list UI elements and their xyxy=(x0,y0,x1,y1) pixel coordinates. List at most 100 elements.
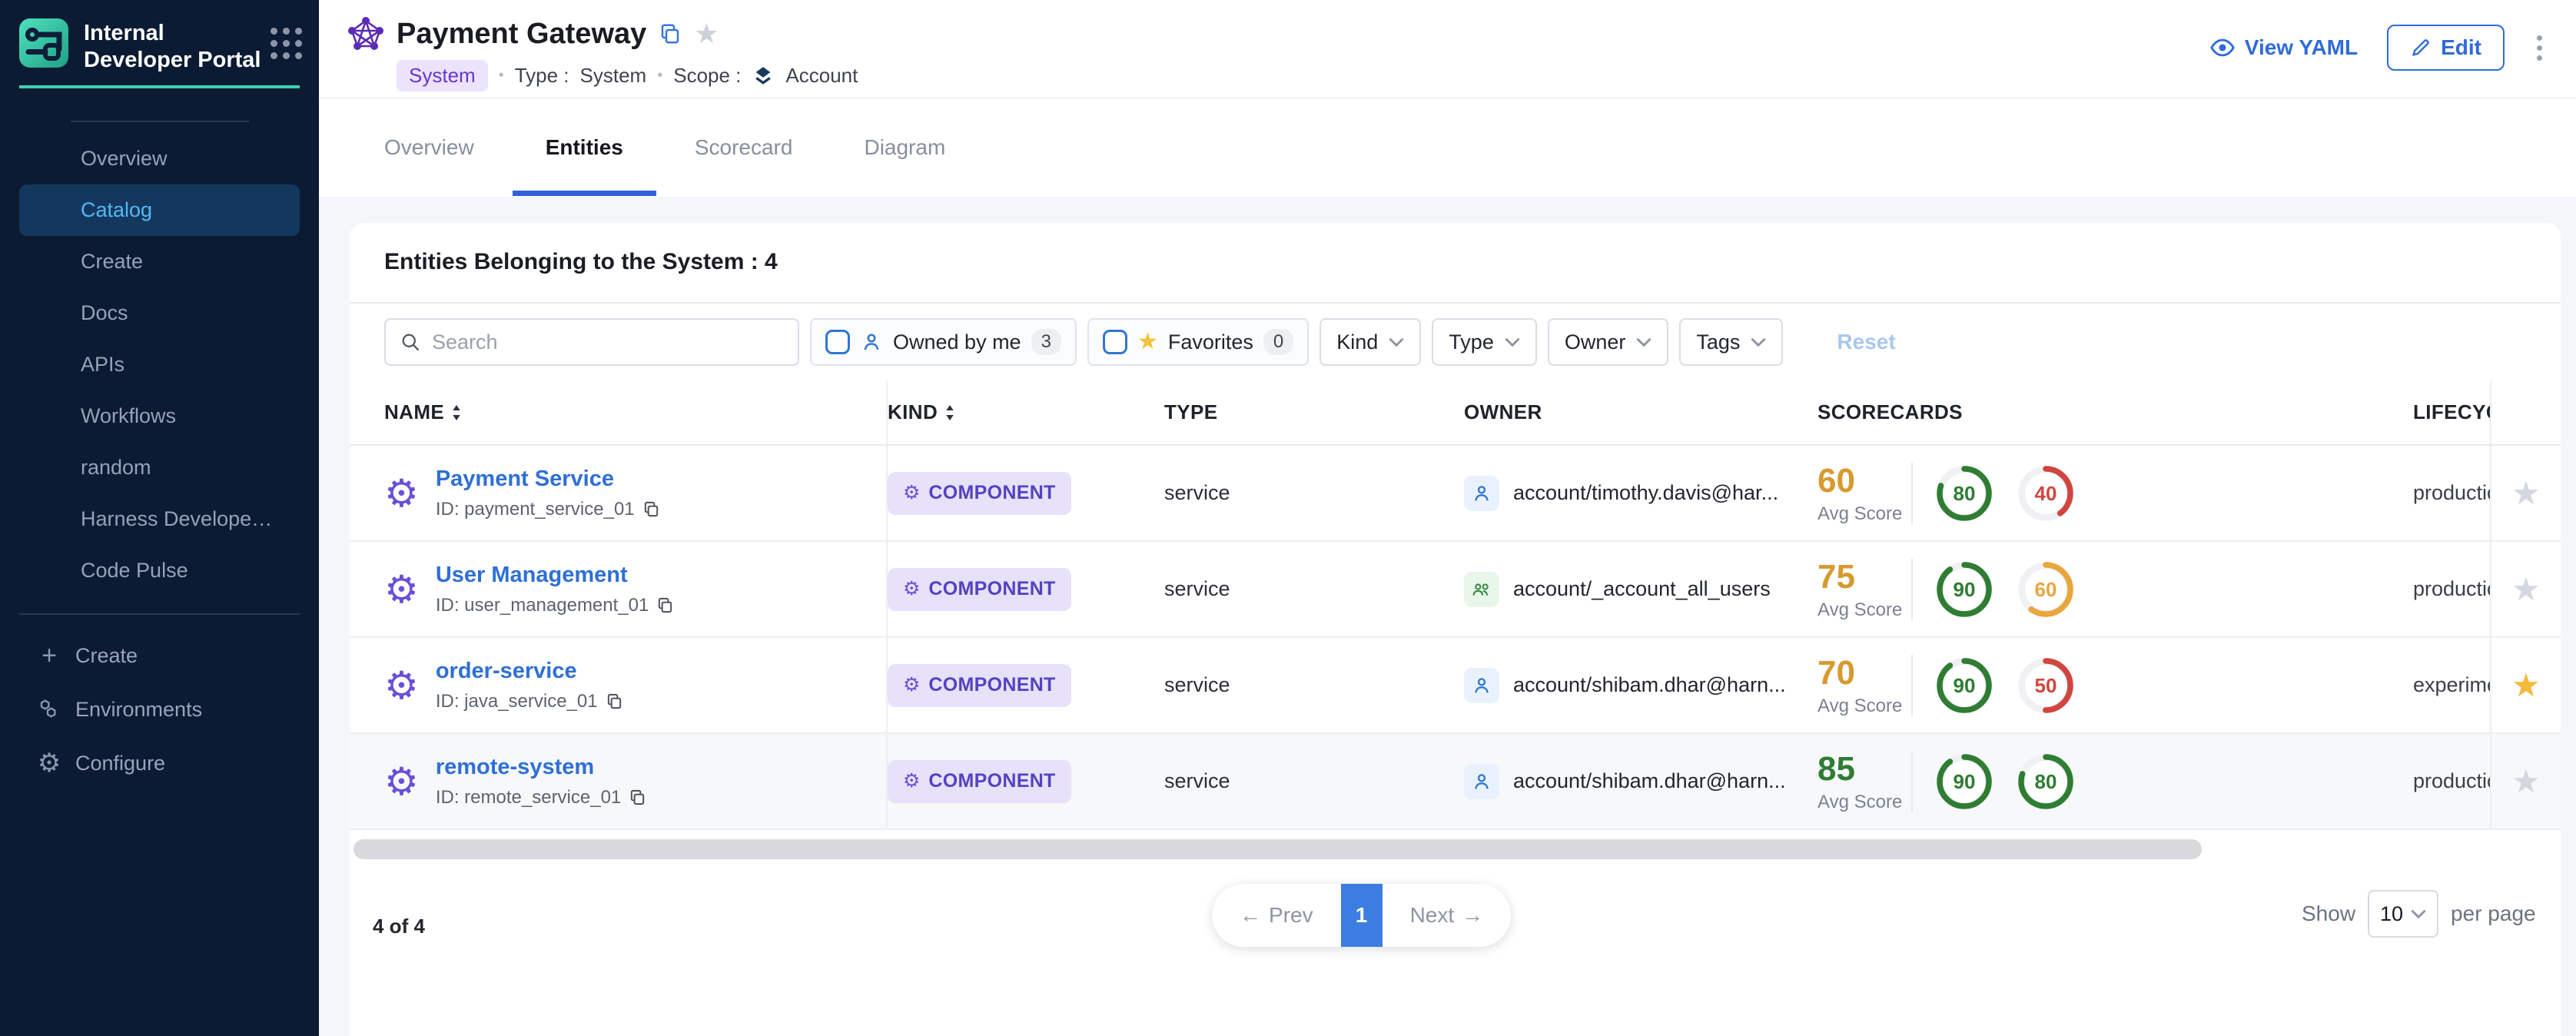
favorite-cell: ★ xyxy=(2490,446,2561,540)
chevron-down-icon xyxy=(1751,334,1766,350)
sidebar-footer-nav: + Create Environments ⚙ Configure xyxy=(0,629,319,790)
page-number-button[interactable]: 1 xyxy=(1341,884,1383,947)
copy-icon[interactable] xyxy=(659,22,682,45)
search-input[interactable] xyxy=(432,330,784,354)
kind-dropdown[interactable]: Kind xyxy=(1320,318,1421,366)
next-page-button[interactable]: Next → xyxy=(1383,884,1512,947)
favorites-filter[interactable]: ★ Favorites 0 xyxy=(1087,318,1309,366)
svg-text:90: 90 xyxy=(1954,674,1976,697)
sidebar-item-environments[interactable]: Environments xyxy=(0,682,319,736)
score-ring: 90 xyxy=(1934,752,1994,812)
sidebar-item-harness-developer[interactable]: Harness Develope… xyxy=(0,493,319,545)
sidebar-item-apis[interactable]: APIs xyxy=(0,339,319,390)
type-cell: service xyxy=(1164,542,1464,636)
copy-icon[interactable] xyxy=(656,596,674,614)
owned-by-me-filter[interactable]: Owned by me 3 xyxy=(810,318,1077,366)
entity-name-link[interactable]: User Management xyxy=(436,563,628,587)
sidebar-item-random[interactable]: random xyxy=(0,442,319,493)
tab-entities[interactable]: Entities xyxy=(546,98,623,196)
apps-grid-icon[interactable] xyxy=(271,28,302,59)
footer-item-label: Environments xyxy=(75,698,202,722)
row-favorite-star-icon[interactable]: ★ xyxy=(2511,573,2541,606)
tab-overview[interactable]: Overview xyxy=(384,98,474,196)
view-yaml-button[interactable]: View YAML xyxy=(2209,35,2358,61)
meta-type-value: System xyxy=(580,64,647,88)
score-ring: 60 xyxy=(2016,560,2076,619)
reset-filters-button[interactable]: Reset xyxy=(1837,330,1895,354)
table-row: ⚙ order-service ID: java_service_01 ⚙ CO… xyxy=(350,638,2561,734)
scorecards-cell: 75 Avg Score 9060 xyxy=(1817,542,2413,636)
owned-by-me-count: 3 xyxy=(1031,329,1061,355)
score-ring: 90 xyxy=(1934,560,1994,619)
filter-bar: Owned by me 3 ★ Favorites 0 Kind Typ xyxy=(350,304,2561,380)
row-count-summary: 4 of 4 xyxy=(373,915,425,938)
search-box xyxy=(384,318,799,366)
footer-divider xyxy=(19,613,300,615)
owner-avatar xyxy=(1464,764,1499,799)
owner-avatar xyxy=(1464,476,1499,511)
copy-icon[interactable] xyxy=(642,500,660,518)
per-page-label: per page xyxy=(2451,902,2536,926)
edit-button[interactable]: Edit xyxy=(2387,25,2505,71)
owner-name: account/timothy.davis@har... xyxy=(1513,481,1778,505)
copy-icon[interactable] xyxy=(606,692,623,710)
pagination-control: ← Prev 1 Next → xyxy=(1212,884,1511,947)
score-ring: 90 xyxy=(1934,656,1994,716)
favorites-label: Favorites xyxy=(1168,330,1253,354)
entity-name-link[interactable]: order-service xyxy=(436,659,577,683)
type-dropdown[interactable]: Type xyxy=(1432,318,1537,366)
sort-icon xyxy=(945,405,954,420)
view-yaml-label: View YAML xyxy=(2245,35,2358,60)
score-ring: 80 xyxy=(2016,752,2076,812)
owner-name: account/shibam.dhar@harn... xyxy=(1513,673,1786,697)
row-favorite-star-icon[interactable]: ★ xyxy=(2511,765,2541,798)
owner-cell: account/timothy.davis@har... xyxy=(1464,446,1817,540)
account-scope-icon xyxy=(752,65,775,88)
copy-icon[interactable] xyxy=(629,789,646,806)
more-options-icon[interactable] xyxy=(2534,32,2545,64)
sidebar-item-workflows[interactable]: Workflows xyxy=(0,390,319,442)
edit-label: Edit xyxy=(2441,35,2481,60)
tab-diagram[interactable]: Diagram xyxy=(864,98,945,196)
score-divider xyxy=(1911,463,1913,524)
tags-dropdown[interactable]: Tags xyxy=(1679,318,1783,366)
column-header-kind[interactable]: KIND xyxy=(888,380,1164,444)
component-kind-badge: ⚙ COMPONENT xyxy=(888,472,1071,515)
owner-avatar xyxy=(1464,572,1499,607)
favorite-cell: ★ xyxy=(2490,734,2561,828)
prev-page-button[interactable]: ← Prev xyxy=(1212,884,1341,947)
lifecycle-cell: production xyxy=(2413,446,2490,540)
tab-scorecard[interactable]: Scorecard xyxy=(695,98,793,196)
sidebar-item-overview[interactable]: Overview xyxy=(0,133,319,184)
arrow-right-icon: → xyxy=(1462,903,1483,928)
owned-by-me-checkbox[interactable] xyxy=(825,330,850,354)
owner-dropdown[interactable]: Owner xyxy=(1548,318,1669,366)
page-size-select[interactable]: 10 xyxy=(2368,890,2438,938)
kind-cell: ⚙ COMPONENT xyxy=(888,638,1164,732)
owned-by-me-label: Owned by me xyxy=(893,330,1021,354)
type-cell: service xyxy=(1164,638,1464,732)
horizontal-scrollbar[interactable] xyxy=(354,839,2202,859)
row-favorite-star-icon[interactable]: ★ xyxy=(2511,477,2541,510)
hexagons-icon xyxy=(35,697,63,722)
column-header-scorecards: SCORECARDS xyxy=(1817,380,2413,444)
column-header-name[interactable]: NAME xyxy=(350,380,888,444)
component-gear-icon: ⚙ xyxy=(384,570,419,609)
chevron-down-icon xyxy=(1636,334,1651,350)
sidebar-item-code-pulse[interactable]: Code Pulse xyxy=(0,545,319,596)
svg-text:80: 80 xyxy=(2035,770,2057,793)
svg-text:40: 40 xyxy=(2035,482,2057,505)
entity-name-link[interactable]: Payment Service xyxy=(436,467,614,491)
sidebar-item-configure[interactable]: ⚙ Configure xyxy=(0,736,319,790)
sidebar-item-create-action[interactable]: + Create xyxy=(0,629,319,682)
table-row: ⚙ Payment Service ID: payment_service_01… xyxy=(350,446,2561,542)
favorites-checkbox[interactable] xyxy=(1103,330,1127,354)
sidebar-item-docs[interactable]: Docs xyxy=(0,287,319,339)
favorite-star-icon[interactable]: ★ xyxy=(694,20,719,48)
sidebar-item-create[interactable]: Create xyxy=(0,236,319,287)
row-favorite-star-icon[interactable]: ★ xyxy=(2511,669,2541,702)
entity-name-link[interactable]: remote-system xyxy=(436,755,594,779)
user-icon xyxy=(860,330,883,354)
teal-divider xyxy=(19,85,300,88)
sidebar-item-catalog[interactable]: Catalog xyxy=(19,184,300,236)
